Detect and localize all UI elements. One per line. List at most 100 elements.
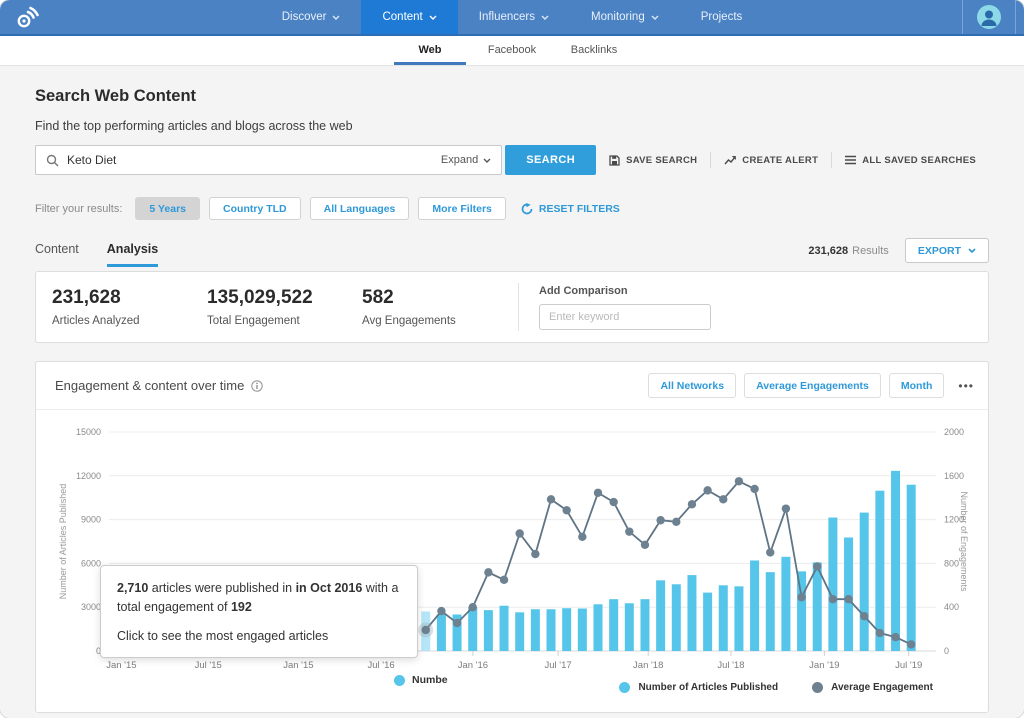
- user-avatar[interactable]: [977, 5, 1001, 29]
- svg-text:Jul '17: Jul '17: [544, 660, 571, 671]
- main-nav-menu: Discover Content Influencers Monitoring …: [261, 0, 764, 34]
- svg-text:1600: 1600: [944, 471, 964, 481]
- summary-stats-card: 231,628 Articles Analyzed 135,029,522 To…: [35, 271, 989, 343]
- comparison-keyword-input[interactable]: [539, 304, 711, 330]
- nav-item-discover[interactable]: Discover: [261, 0, 362, 34]
- search-input[interactable]: [67, 153, 441, 167]
- nav-label: Influencers: [479, 11, 535, 23]
- stat-value: 135,029,522: [207, 287, 362, 309]
- tab-analysis[interactable]: Analysis: [107, 242, 158, 267]
- svg-text:Jan '15: Jan '15: [283, 660, 313, 671]
- buzzsumo-logo-icon[interactable]: [14, 5, 40, 36]
- search-button[interactable]: SEARCH: [505, 145, 596, 175]
- chart-header: Engagement & content over time All Netwo…: [36, 362, 988, 410]
- svg-text:6000: 6000: [81, 558, 101, 568]
- search-box: Expand: [35, 145, 502, 175]
- chevron-down-icon: [429, 15, 437, 20]
- tooltip-text-part: articles were published in: [148, 581, 295, 595]
- search-icon: [46, 154, 59, 167]
- expand-toggle[interactable]: Expand: [441, 154, 491, 166]
- tooltip-articles-value: 2,710: [117, 581, 148, 595]
- svg-text:Jul '15: Jul '15: [195, 660, 222, 671]
- save-icon: [609, 155, 620, 166]
- all-saved-searches-button[interactable]: ALL SAVED SEARCHES: [832, 155, 989, 166]
- filter-label: Filter your results:: [35, 203, 122, 215]
- action-label: ALL SAVED SEARCHES: [862, 155, 976, 166]
- chevron-down-icon: [483, 158, 491, 163]
- legend-dot-articles-icon: [394, 675, 405, 686]
- legend-dot-engagement-icon: [812, 682, 823, 693]
- search-actions: SAVE SEARCH CREATE ALERT: [596, 152, 989, 168]
- svg-text:800: 800: [944, 558, 959, 568]
- month-button[interactable]: Month: [889, 373, 945, 398]
- svg-text:Jan '15: Jan '15: [106, 660, 136, 671]
- account-area: [962, 0, 1016, 34]
- chevron-down-icon: [968, 248, 976, 253]
- results-count-label: Results: [852, 245, 889, 257]
- results-count: 231,628: [808, 245, 848, 257]
- add-comparison-label: Add Comparison: [539, 285, 711, 297]
- filter-chip-date-range[interactable]: 5 Years: [135, 197, 200, 220]
- legend-label: Number of Articles Published: [638, 682, 778, 693]
- subtab-facebook[interactable]: Facebook: [476, 36, 548, 65]
- svg-text:Jan '19: Jan '19: [809, 660, 839, 671]
- app-window: Discover Content Influencers Monitoring …: [0, 0, 1024, 718]
- export-button[interactable]: EXPORT: [905, 238, 989, 263]
- subtab-web[interactable]: Web: [394, 36, 466, 65]
- stat-articles-analyzed: 231,628 Articles Analyzed: [52, 287, 207, 327]
- svg-text:400: 400: [944, 602, 959, 612]
- export-label: EXPORT: [918, 245, 961, 257]
- nav-item-projects[interactable]: Projects: [680, 0, 764, 34]
- all-networks-button[interactable]: All Networks: [648, 373, 736, 398]
- stat-value: 231,628: [52, 287, 207, 309]
- tooltip-date: in Oct 2016: [296, 581, 363, 595]
- subtab-backlinks[interactable]: Backlinks: [558, 36, 630, 65]
- svg-text:0: 0: [944, 646, 949, 656]
- tooltip-text: 2,710 articles were published in in Oct …: [117, 579, 401, 618]
- nav-label: Discover: [282, 11, 327, 23]
- person-icon: [977, 5, 1001, 29]
- stat-avg-engagements: 582 Avg Engagements: [362, 287, 508, 327]
- filter-chip-languages[interactable]: All Languages: [310, 197, 410, 220]
- list-icon: [845, 155, 856, 165]
- results-tabs-row: Content Analysis 231,628 Results EXPORT: [35, 238, 989, 267]
- nav-item-monitoring[interactable]: Monitoring: [570, 0, 680, 34]
- average-engagements-button[interactable]: Average Engagements: [744, 373, 881, 398]
- tab-content[interactable]: Content: [35, 242, 79, 267]
- expand-label: Expand: [441, 154, 478, 166]
- page-title: Search Web Content: [35, 87, 989, 106]
- legend-label: Average Engagement: [831, 682, 933, 693]
- nav-item-influencers[interactable]: Influencers: [458, 0, 570, 34]
- engagement-chart-card: Engagement & content over time All Netwo…: [35, 361, 989, 713]
- legend-truncated: Numbe: [394, 674, 454, 686]
- svg-text:Jul '19: Jul '19: [895, 660, 922, 671]
- trending-up-icon: [724, 155, 736, 166]
- stat-label: Avg Engagements: [362, 315, 508, 327]
- nav-item-content[interactable]: Content: [361, 0, 457, 34]
- content-subnav: Web Facebook Backlinks: [0, 36, 1024, 66]
- legend-item-articles[interactable]: Number of Articles Published: [619, 682, 778, 693]
- chart-legend: Number of Articles Published Average Eng…: [619, 682, 933, 693]
- filter-chip-country-tld[interactable]: Country TLD: [209, 197, 301, 220]
- reset-filters-button[interactable]: RESET FILTERS: [521, 203, 620, 215]
- save-search-button[interactable]: SAVE SEARCH: [596, 155, 710, 166]
- search-row: Expand SEARCH SAVE SEARCH: [35, 145, 989, 175]
- refresh-icon: [521, 203, 533, 215]
- nav-label: Content: [382, 11, 422, 23]
- svg-text:Jul '16: Jul '16: [367, 660, 394, 671]
- chart-body: 0300060009000120001500004008001200160020…: [36, 410, 988, 712]
- chevron-down-icon: [541, 15, 549, 20]
- create-alert-button[interactable]: CREATE ALERT: [711, 155, 831, 166]
- svg-text:12000: 12000: [76, 471, 101, 481]
- stat-value: 582: [362, 287, 508, 309]
- action-label: SAVE SEARCH: [626, 155, 697, 166]
- legend-item-engagement[interactable]: Average Engagement: [812, 682, 933, 693]
- chevron-down-icon: [332, 15, 340, 20]
- svg-text:Jan '16: Jan '16: [458, 660, 488, 671]
- chart-title: Engagement & content over time: [55, 378, 263, 393]
- info-icon[interactable]: [251, 380, 263, 392]
- filter-chip-more-filters[interactable]: More Filters: [418, 197, 506, 220]
- action-label: CREATE ALERT: [742, 155, 818, 166]
- svg-text:Jan '18: Jan '18: [633, 660, 663, 671]
- more-options-icon[interactable]: •••: [958, 379, 974, 393]
